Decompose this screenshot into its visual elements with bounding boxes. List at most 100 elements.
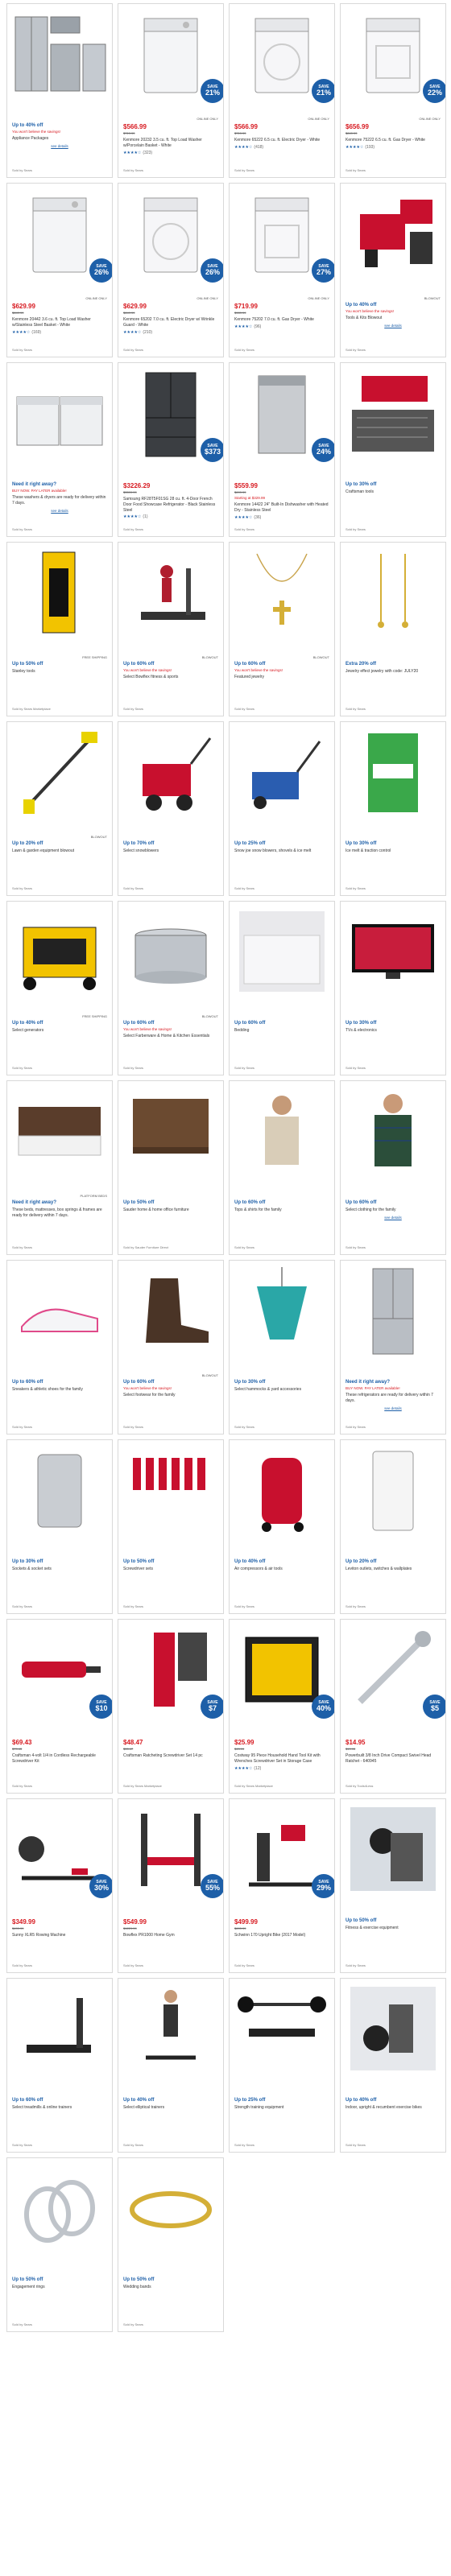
mattress-bed-icon[interactable] bbox=[10, 1083, 109, 1181]
deal-card[interactable]: SAVE $5 $14.95 $19.95 Powerbuilt 3/8 Inch Dr… bbox=[340, 1619, 446, 1794]
see-details-link[interactable]: see details bbox=[12, 144, 107, 148]
deal-title[interactable]: Select generators bbox=[12, 1028, 107, 1034]
deal-title[interactable]: Sockets & socket sets bbox=[12, 1567, 107, 1572]
deal-headline[interactable]: Up to 50% off bbox=[123, 1200, 218, 1205]
deal-headline[interactable]: Up to 40% off bbox=[123, 2098, 218, 2103]
deal-card[interactable]: SAVE 21% ONLINE ONLY $566.99 $719.99 Kenmore … bbox=[229, 3, 335, 178]
deal-card[interactable]: Need it right away? BUY NOW. PAY LATER av… bbox=[6, 362, 113, 537]
deal-headline[interactable]: Up to 30% off bbox=[234, 1380, 329, 1385]
deal-card[interactable]: SAVE $7 $48.47 $55.47 Craftsman Ratcheting S… bbox=[118, 1619, 224, 1794]
deal-title[interactable]: Bedding bbox=[234, 1028, 329, 1034]
deal-title[interactable]: Lawn & garden equipment blowout bbox=[12, 848, 107, 854]
deal-title[interactable]: Kenmore 14422 24" Built-In Dishwasher wi… bbox=[234, 502, 329, 514]
drop-earrings-icon[interactable] bbox=[344, 544, 442, 642]
deal-headline[interactable]: Up to 50% off bbox=[345, 1918, 441, 1923]
deal-card[interactable]: Up to 70% off Select snowblowers Sold by S… bbox=[118, 721, 224, 896]
deal-card[interactable]: Up to 60% off Tops & shirts for the famil… bbox=[229, 1080, 335, 1255]
deal-headline[interactable]: Up to 60% off bbox=[234, 662, 329, 667]
hammock-chair-icon[interactable] bbox=[233, 1262, 331, 1360]
deal-card[interactable]: Up to 30% off Craftsman tools Sold by Sear… bbox=[340, 362, 446, 537]
deal-headline[interactable]: Up to 60% off bbox=[234, 1021, 329, 1026]
deal-headline[interactable]: Need it right away? bbox=[12, 482, 107, 487]
deal-headline[interactable]: Up to 50% off bbox=[12, 662, 107, 667]
deal-title[interactable]: Select hammocks & yard accessories bbox=[234, 1387, 329, 1393]
deal-title[interactable]: Powerbuilt 3/8 Inch Drive Compact Swivel… bbox=[345, 1753, 441, 1765]
deal-card[interactable]: Up to 60% off Select clothing for the fam… bbox=[340, 1080, 446, 1255]
deal-title[interactable]: These beds, mattresses, box springs & fr… bbox=[12, 1208, 107, 1219]
deal-title[interactable]: Air compressors & air tools bbox=[234, 1567, 329, 1572]
deal-card[interactable]: BLOWOUT Up to 60% off You won't believe th… bbox=[118, 1260, 224, 1435]
deal-title[interactable]: Kenmore 20232 3.5 cu. ft. Top Load Washe… bbox=[123, 138, 218, 149]
deal-title[interactable]: Engagement rings bbox=[12, 2285, 107, 2290]
deal-title[interactable]: Select snowblowers bbox=[123, 848, 218, 854]
deal-title[interactable]: Jewelry effect jewelry with code: JULY20 bbox=[345, 669, 441, 675]
deal-headline[interactable]: Need it right away? bbox=[12, 1200, 107, 1205]
deal-card[interactable]: Need it right away? BUY NOW. PAY LATER av… bbox=[340, 1260, 446, 1435]
deal-title[interactable]: Tops & shirts for the family bbox=[234, 1208, 329, 1213]
deal-card[interactable]: SAVE $373 $3226.29 $3599.99 Samsung RF28T5F0… bbox=[118, 362, 224, 537]
deal-title[interactable]: Select treadmills & online trainers bbox=[12, 2105, 107, 2111]
deal-headline[interactable]: Up to 60% off bbox=[123, 1380, 218, 1385]
deal-title[interactable]: Sauder home & home office furniture bbox=[123, 1208, 218, 1213]
deal-title[interactable]: Kenmore 65202 7.0 cu. ft. Electric Dryer… bbox=[123, 317, 218, 328]
red-tool-combo-kit-icon[interactable] bbox=[344, 185, 442, 283]
deal-title[interactable]: Fitness & exercise equipment bbox=[345, 1926, 441, 1931]
deal-card[interactable]: SAVE 26% ONLINE ONLY $629.99 $849.99 Kenmore … bbox=[6, 183, 113, 357]
deal-card[interactable]: BLOWOUT Up to 20% off Lawn & garden equipm… bbox=[6, 721, 113, 896]
folding-treadmill-icon[interactable] bbox=[10, 1980, 109, 2079]
see-details-link[interactable]: see details bbox=[345, 1406, 441, 1410]
deal-headline[interactable]: Up to 50% off bbox=[123, 1559, 218, 1564]
flat-screen-tv-icon[interactable] bbox=[344, 903, 442, 1001]
deal-card[interactable]: Up to 50% off Screwdriver sets Sold by Sea… bbox=[118, 1439, 224, 1614]
deal-title[interactable]: Samsung RF28T5F01SG 28 cu. ft. 4-Door Fr… bbox=[123, 497, 218, 513]
deal-title[interactable]: Bowflex PR1000 Home Gym bbox=[123, 1933, 218, 1938]
socket-icon[interactable] bbox=[10, 1442, 109, 1540]
deal-headline[interactable]: Up to 40% off bbox=[12, 1021, 107, 1026]
deal-headline[interactable]: Up to 70% off bbox=[123, 841, 218, 846]
work-boots-icon[interactable] bbox=[122, 1262, 220, 1360]
deal-card[interactable]: Up to 25% off Snow joe snow blowers, shov… bbox=[229, 721, 335, 896]
deal-card[interactable]: SAVE 27% ONLINE ONLY $719.99 $989.99 Kenmore … bbox=[229, 183, 335, 357]
deal-title[interactable]: Kenmore 65222 6.5 cu. ft. Electric Dryer… bbox=[234, 138, 329, 143]
deal-card[interactable]: Extra 20% off Jewelry effect jewelry with… bbox=[340, 542, 446, 716]
deal-headline[interactable]: Up to 60% off bbox=[12, 1380, 107, 1385]
deal-card[interactable]: SAVE 26% ONLINE ONLY $629.99 $849.99 Kenmore … bbox=[118, 183, 224, 357]
deal-card[interactable]: SAVE 22% ONLINE ONLY $656.99 $849.99 Kenmore … bbox=[340, 3, 446, 178]
deal-title[interactable]: TVs & electronics bbox=[345, 1028, 441, 1034]
deal-title[interactable]: Select clothing for the family bbox=[345, 1208, 441, 1213]
athletic-sneakers-icon[interactable] bbox=[10, 1262, 109, 1360]
deal-headline[interactable]: Up to 40% off bbox=[12, 123, 107, 128]
deal-headline[interactable]: Up to 40% off bbox=[234, 1559, 329, 1564]
deal-headline[interactable]: Up to 50% off bbox=[123, 2277, 218, 2282]
deal-headline[interactable]: Up to 60% off bbox=[12, 2098, 107, 2103]
deal-title[interactable]: Sneakers & athletic shoes for the family bbox=[12, 1387, 107, 1393]
deal-card[interactable]: SAVE 21% ONLINE ONLY $566.99 $719.99 Kenmore … bbox=[118, 3, 224, 178]
see-details-link[interactable]: see details bbox=[345, 1216, 441, 1220]
deal-card[interactable]: SAVE 24% $559.99 $699.99 Starting at $329.99… bbox=[229, 362, 335, 537]
deal-headline[interactable]: Up to 50% off bbox=[12, 2277, 107, 2282]
deal-card[interactable]: SAVE 29% $499.99 $699.99 Schwinn 170 Upright… bbox=[229, 1798, 335, 1973]
deal-title[interactable]: Craftsman tools bbox=[345, 489, 441, 495]
ice-melt-bag-icon[interactable] bbox=[344, 724, 442, 822]
deal-card[interactable]: BLOWOUT Up to 60% off You won't believe th… bbox=[118, 901, 224, 1075]
deal-title[interactable]: Strength training equipment bbox=[234, 2105, 329, 2111]
deal-title[interactable]: Select Bowflex fitness & sports bbox=[123, 675, 218, 680]
deal-headline[interactable]: Extra 20% off bbox=[345, 662, 441, 667]
deal-card[interactable]: Up to 40% off Select elliptical trainers S… bbox=[118, 1978, 224, 2153]
deal-title[interactable]: Costway 95 Piece Household Hand Tool Kit… bbox=[234, 1753, 329, 1765]
deal-title[interactable]: Appliance Packages bbox=[12, 136, 107, 142]
deal-headline[interactable]: Up to 30% off bbox=[345, 482, 441, 487]
deal-card[interactable]: Up to 40% off You won't believe the savin… bbox=[6, 3, 113, 178]
deal-headline[interactable]: Up to 25% off bbox=[234, 2098, 329, 2103]
deal-headline[interactable]: Up to 20% off bbox=[345, 1559, 441, 1564]
deal-card[interactable]: Up to 50% off Engagement rings Sold by Sea… bbox=[6, 2157, 113, 2332]
mechanics-tool-set-icon[interactable] bbox=[344, 365, 442, 463]
deal-title[interactable]: Sunny XLR5 Rowing Machine bbox=[12, 1933, 107, 1938]
deal-title[interactable]: These washers & dryers are ready for del… bbox=[12, 495, 107, 506]
deal-card[interactable]: Up to 20% off Leviton outlets, switches &… bbox=[340, 1439, 446, 1614]
deal-title[interactable]: Craftsman Ratcheting Screwdriver Set 14 … bbox=[123, 1753, 218, 1759]
see-details-link[interactable]: see details bbox=[345, 324, 441, 328]
rivet-tool-icon[interactable] bbox=[10, 544, 109, 642]
deal-title[interactable]: Stanley tools bbox=[12, 669, 107, 675]
weight-bench-icon[interactable] bbox=[233, 1980, 331, 2079]
